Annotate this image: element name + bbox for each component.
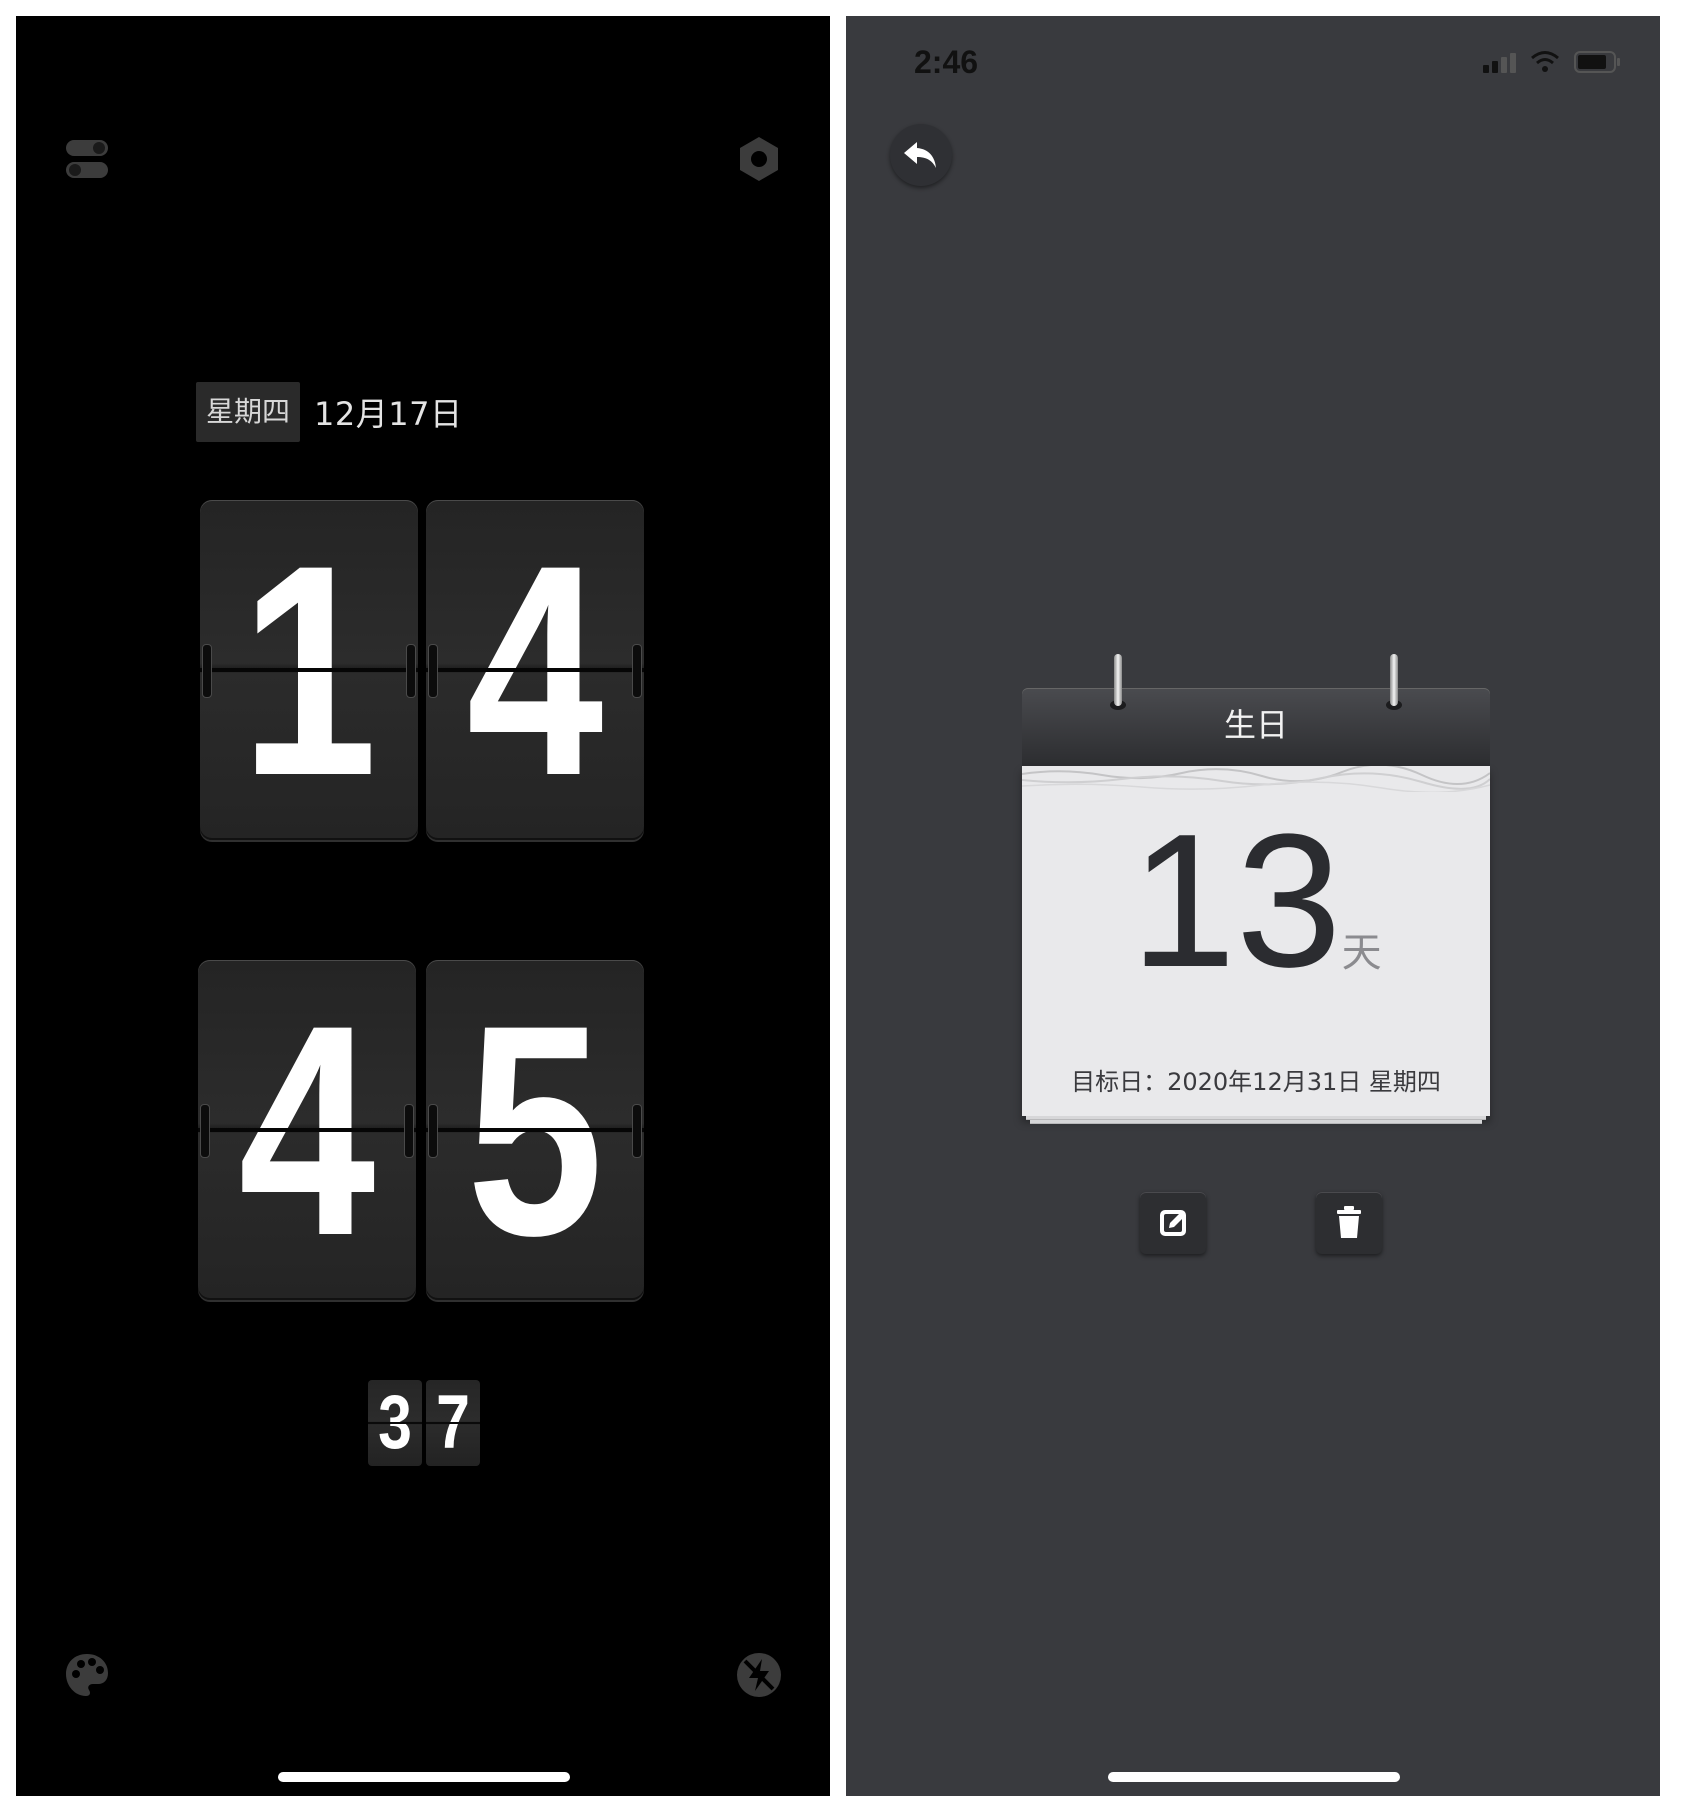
hour-ones-card: 4 <box>426 500 644 840</box>
second-ones-card: 7 <box>426 1380 480 1466</box>
second-tens-card: 3 <box>368 1380 422 1466</box>
flash-off-icon[interactable] <box>734 1650 784 1700</box>
minute-tens-card: 4 <box>198 960 416 1300</box>
settings-icon[interactable] <box>734 134 784 184</box>
home-indicator[interactable] <box>1108 1772 1400 1782</box>
status-icons <box>1483 50 1622 74</box>
weekday-badge: 星期四 <box>196 382 301 442</box>
home-indicator[interactable] <box>278 1772 570 1782</box>
calendar-page: 13天 目标日：2020年12月31日 星期四 <box>1022 766 1490 1116</box>
hour-tens-card: 1 <box>200 500 418 840</box>
back-button[interactable] <box>890 124 952 186</box>
calendar-header: 生日 <box>1022 688 1490 766</box>
toggle-icon[interactable] <box>62 134 112 184</box>
event-title: 生日 <box>1223 706 1288 744</box>
trash-icon <box>1337 1206 1361 1238</box>
flip-clock-screen: 星期四 12月17日 1 4 4 5 3 7 <box>16 16 830 1796</box>
days-number: 13 <box>1130 795 1342 1007</box>
delete-button[interactable] <box>1316 1192 1382 1254</box>
target-date: 2020年12月31日 星期四 <box>1167 1068 1441 1096</box>
days-unit: 天 <box>1341 930 1382 976</box>
undo-arrow-icon <box>904 142 936 168</box>
binder-ring-right <box>1390 654 1398 706</box>
date-line: 星期四 12月17日 <box>196 382 462 442</box>
countdown-calendar[interactable]: 生日 13天 目标日：2020年12月31日 星期四 <box>1022 654 1490 1128</box>
days-remaining: 13天 <box>1022 806 1490 1048</box>
palette-icon[interactable] <box>62 1650 112 1700</box>
minute-ones-card: 5 <box>426 960 644 1300</box>
date-text: 12月17日 <box>314 395 463 433</box>
edit-icon <box>1160 1210 1186 1236</box>
status-time: 2:46 <box>914 44 979 80</box>
countdown-screen: 2:46 生日 13天 目标日：2020年12月31日 星期四 <box>846 16 1660 1796</box>
wifi-icon <box>1530 50 1560 74</box>
target-label: 目标日： <box>1071 1068 1168 1096</box>
signal-icon <box>1483 51 1516 73</box>
binder-ring-left <box>1114 654 1122 706</box>
battery-icon <box>1574 50 1622 74</box>
target-date-line: 目标日：2020年12月31日 星期四 <box>1022 1062 1490 1097</box>
edit-button[interactable] <box>1140 1192 1206 1254</box>
